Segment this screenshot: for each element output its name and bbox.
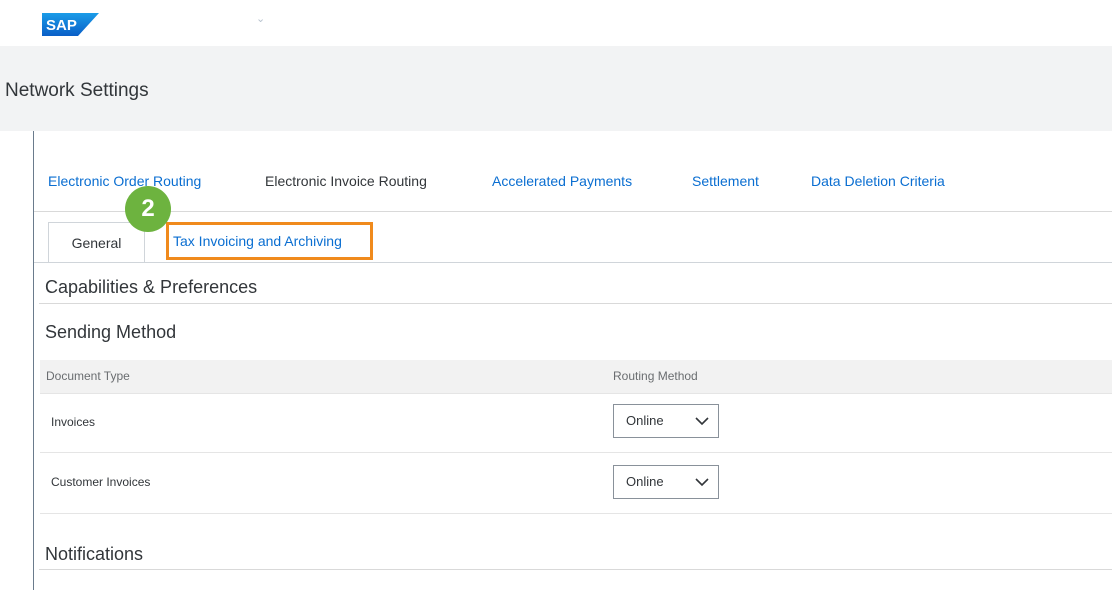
subtab-divider	[34, 262, 1112, 263]
row-divider	[40, 513, 1112, 514]
product-name[interactable]: Business Network	[110, 11, 234, 28]
table-header	[40, 360, 1112, 394]
row-label-invoices: Invoices	[51, 415, 96, 429]
column-header-routing-method: Routing Method	[613, 369, 698, 383]
tab-bar-divider	[34, 211, 1112, 212]
chevron-down-icon[interactable]: ⌄	[256, 12, 265, 25]
section-divider	[39, 303, 1112, 304]
section-title-sending-method: Sending Method	[45, 322, 177, 342]
subtab-tax-invoicing-and-archiving[interactable]: Tax Invoicing and Archiving	[166, 222, 373, 260]
chevron-down-icon	[695, 478, 709, 487]
tab-electronic-invoice-routing[interactable]: Electronic Invoice Routing	[265, 173, 427, 189]
sap-logo[interactable]: SAP	[42, 13, 99, 36]
section-divider	[39, 569, 1112, 570]
tab-data-deletion-criteria[interactable]: Data Deletion Criteria	[811, 173, 945, 189]
section-title-capabilities: Capabilities & Preferences	[45, 277, 258, 297]
routing-method-select-customer-invoices[interactable]: Online	[613, 465, 719, 499]
tab-accelerated-payments[interactable]: Accelerated Payments	[492, 173, 632, 189]
page-header	[0, 46, 1112, 131]
chevron-down-icon	[695, 417, 709, 426]
column-header-document-type: Document Type	[46, 369, 130, 383]
row-divider	[40, 452, 1112, 453]
sap-logo-text: SAP	[46, 17, 77, 34]
select-value: Online	[626, 413, 664, 428]
subtab-general[interactable]: General	[48, 222, 145, 262]
section-title-notifications: Notifications	[45, 544, 144, 564]
row-label-customer-invoices: Customer Invoices	[51, 475, 151, 489]
content-left-border	[33, 131, 34, 590]
tab-settlement[interactable]: Settlement	[692, 173, 759, 189]
select-value: Online	[626, 474, 664, 489]
page-title: Network Settings	[5, 80, 149, 101]
step-number-badge: 2	[125, 186, 171, 232]
routing-method-select-invoices[interactable]: Online	[613, 404, 719, 438]
tab-electronic-order-routing[interactable]: Electronic Order Routing	[48, 173, 201, 189]
account-type-label: Enterprise Account	[297, 16, 412, 31]
